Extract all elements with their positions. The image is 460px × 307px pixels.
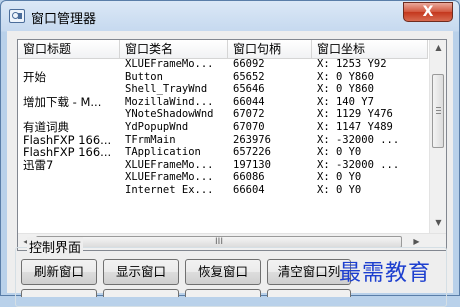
cell-class: XLUEFrameMo... xyxy=(125,158,214,171)
cell-handle: 197130 xyxy=(233,158,271,171)
cell-handle: 263976 xyxy=(233,133,271,146)
title-bar[interactable]: 窗口管理器 X xyxy=(1,1,459,31)
table-row[interactable]: FlashFXP 166... TFrmMain 263976 X: -32000 .… xyxy=(18,134,428,147)
cell-class: Internet Ex... xyxy=(125,183,214,196)
cell-title: FlashFXP 166... xyxy=(23,146,112,160)
app-icon xyxy=(9,9,25,23)
cell-title xyxy=(18,83,120,96)
cell-title xyxy=(18,184,120,197)
show-window-button[interactable]: 显示窗口 xyxy=(103,259,179,285)
cell-coords: X: 0 Y0 xyxy=(317,183,362,196)
refresh-window-button[interactable]: 刷新窗口 xyxy=(21,259,97,285)
cell-class: Shell_TrayWnd xyxy=(125,83,208,96)
cell-handle: 66086 xyxy=(233,171,265,184)
scroll-down-arrow-icon[interactable]: ▼ xyxy=(430,218,446,227)
cell-class: XLUEFrameMo... xyxy=(125,58,214,70)
vertical-scroll-thumb[interactable] xyxy=(432,74,444,148)
window-list[interactable]: 窗口标题 窗口类名 窗口句柄 窗口坐标 XLUEFrameMo... 66092 X… xyxy=(17,39,447,251)
cell-handle: 66092 xyxy=(233,58,265,70)
window-title: 窗口管理器 xyxy=(31,12,97,27)
cell-handle: 67070 xyxy=(233,120,265,133)
table-row[interactable]: 增加下载 - M... MozillaWind... 66044 X: 140 Y7 xyxy=(18,96,428,109)
control-group-label: 控制界面 xyxy=(27,237,84,256)
cell-coords: X: 0 Y0 xyxy=(317,171,362,184)
grip-line xyxy=(436,113,441,114)
cell-coords: X: 0 Y0 xyxy=(317,146,362,159)
cell-coords: X: 0 Y860 xyxy=(317,70,374,83)
table-row[interactable]: XLUEFrameMo... 66086 X: 0 Y0 xyxy=(18,171,428,184)
cell-class: YNoteShadowWnd xyxy=(125,108,214,121)
column-header-coords[interactable]: 窗口坐标 xyxy=(312,40,428,58)
main-window: 窗口管理器 X 窗口标题 窗口类名 窗口句柄 窗口坐标 XLUEFrameMo.… xyxy=(0,0,460,307)
cell-title: FlashFXP 166... xyxy=(23,133,112,147)
cell-coords: X: 0 Y860 xyxy=(317,83,374,96)
cell-class: YdPopupWnd xyxy=(125,120,189,133)
list-header: 窗口标题 窗口类名 窗口句柄 窗口坐标 xyxy=(18,40,428,59)
table-row[interactable]: Internet Ex... 66604 X: 0 Y0 xyxy=(18,184,428,197)
table-row[interactable]: YNoteShadowWnd 67072 X: 1129 Y476 xyxy=(18,108,428,121)
cell-class: MozillaWind... xyxy=(125,95,214,108)
cell-handle: 65646 xyxy=(233,83,265,96)
cell-coords: X: -32000 ... xyxy=(317,133,400,146)
scroll-up-arrow-icon[interactable]: ▲ xyxy=(430,43,446,52)
cell-coords: X: -32000 ... xyxy=(317,158,400,171)
cell-handle: 66604 xyxy=(233,183,265,196)
column-header-class[interactable]: 窗口类名 xyxy=(120,40,228,58)
cell-title xyxy=(18,108,120,121)
cell-title: 有道词典 xyxy=(23,120,69,134)
cell-title: 开始 xyxy=(23,70,46,84)
cell-handle: 66044 xyxy=(233,95,265,108)
watermark-text: 最需教育 xyxy=(339,261,432,286)
cell-class: TApplication xyxy=(125,146,201,159)
table-row[interactable]: XLUEFrameMo... 66092 X: 1253 Y92 xyxy=(18,58,428,71)
cell-title xyxy=(18,171,120,184)
cell-handle: 65652 xyxy=(233,70,265,83)
table-row[interactable]: 开始 Button 65652 X: 0 Y860 xyxy=(18,71,428,84)
cell-title xyxy=(18,58,120,71)
cell-title: 增加下载 - M... xyxy=(23,95,102,109)
table-row[interactable]: Shell_TrayWnd 65646 X: 0 Y860 xyxy=(18,83,428,96)
grip-line xyxy=(436,107,441,108)
scroll-right-arrow-icon[interactable]: ▶ xyxy=(408,237,425,246)
cell-class: XLUEFrameMo... xyxy=(125,171,214,184)
cell-handle: 67072 xyxy=(233,108,265,121)
list-rows: XLUEFrameMo... 66092 X: 1253 Y92 开始 Button 65… xyxy=(18,58,428,197)
table-row[interactable]: 迅雷7 XLUEFrameMo... 197130 X: -32000 ... xyxy=(18,159,428,172)
cell-coords: X: 1129 Y476 xyxy=(317,108,393,121)
cell-coords: X: 1253 Y92 xyxy=(317,58,387,70)
vertical-scrollbar[interactable]: ▲ ▼ xyxy=(429,40,446,234)
column-header-title[interactable]: 窗口标题 xyxy=(18,40,120,58)
cell-class: Button xyxy=(125,70,163,83)
cell-handle: 657226 xyxy=(233,146,271,159)
client-area: 窗口标题 窗口类名 窗口句柄 窗口坐标 XLUEFrameMo... 66092 X… xyxy=(7,31,453,307)
grip-line xyxy=(436,110,441,111)
table-row[interactable]: FlashFXP 166... TApplication 657226 X: 0 Y0 xyxy=(18,146,428,159)
table-row[interactable]: 有道词典 YdPopupWnd 67070 X: 1147 Y489 xyxy=(18,121,428,134)
cell-coords: X: 1147 Y489 xyxy=(317,120,393,133)
cell-class: TFrmMain xyxy=(125,133,176,146)
cell-coords: X: 140 Y7 xyxy=(317,95,374,108)
restore-window-button[interactable]: 恢复窗口 xyxy=(185,259,261,285)
close-button[interactable]: X xyxy=(403,2,453,22)
column-header-handle[interactable]: 窗口句柄 xyxy=(228,40,312,58)
cell-title: 迅雷7 xyxy=(23,158,54,172)
